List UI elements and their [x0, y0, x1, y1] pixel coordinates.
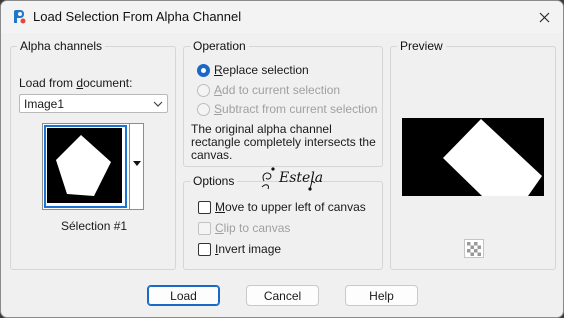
- radio-button[interactable]: [197, 63, 210, 77]
- preview-legend: Preview: [397, 39, 446, 53]
- options-legend: Options: [190, 174, 238, 188]
- radio-replace-selection[interactable]: Replace selection: [197, 62, 309, 78]
- checkbox-label: Clip to canvas: [215, 221, 291, 235]
- alpha-channels-legend: Alpha channels: [17, 39, 106, 53]
- checkbox-label: Invert image: [215, 242, 282, 256]
- checkbox-label: Move to upper left of canvas: [215, 200, 366, 214]
- close-icon: [539, 12, 549, 22]
- radio-label: Subtract from current selection: [214, 102, 378, 116]
- svg-text:Estela: Estela: [278, 170, 323, 186]
- checkbox[interactable]: [198, 200, 211, 214]
- checkbox-clip-to-canvas[interactable]: Clip to canvas: [198, 220, 290, 236]
- preview-image: [402, 118, 544, 196]
- operation-info-text: The original alpha channel rectangle com…: [191, 122, 376, 162]
- document-select[interactable]: Image1: [19, 94, 168, 113]
- dialog-window: Load Selection From Alpha Channel Alpha …: [0, 0, 564, 318]
- window-title: Load Selection From Alpha Channel: [33, 9, 242, 24]
- radio-button[interactable]: [197, 102, 210, 116]
- load-from-document-label: Load from document:: [19, 76, 133, 90]
- radio-label: Replace selection: [214, 63, 309, 77]
- close-button[interactable]: [529, 3, 559, 31]
- document-select-value: Image1: [24, 97, 65, 111]
- checkerboard-icon: [467, 241, 481, 256]
- preview-mode-button[interactable]: [464, 239, 484, 258]
- checkbox-move-to-upper-left[interactable]: Move to upper left of canvas: [198, 199, 366, 215]
- alpha-channel-thumbnail-picker[interactable]: [42, 123, 144, 210]
- triangle-down-icon[interactable]: [132, 160, 142, 168]
- radio-add-to-selection[interactable]: Add to current selection: [197, 82, 340, 98]
- chevron-down-icon: [153, 101, 163, 107]
- operation-legend: Operation: [190, 39, 249, 53]
- radio-subtract-from-selection[interactable]: Subtract from current selection: [197, 101, 377, 117]
- title-bar: Load Selection From Alpha Channel: [1, 1, 563, 33]
- checkbox[interactable]: [198, 242, 211, 256]
- channel-thumbnail-image: [47, 128, 122, 203]
- checkbox[interactable]: [198, 221, 211, 235]
- help-button[interactable]: Help: [345, 285, 418, 306]
- selection-name: Sélection #1: [61, 219, 128, 233]
- selected-channel-thumbnail[interactable]: [44, 125, 127, 208]
- watermark-logo: Estela: [261, 167, 323, 191]
- checkbox-invert-image[interactable]: Invert image: [198, 241, 281, 257]
- cancel-button[interactable]: Cancel: [246, 285, 319, 306]
- app-icon: [14, 10, 26, 24]
- radio-label: Add to current selection: [214, 83, 341, 97]
- radio-button[interactable]: [197, 83, 210, 97]
- load-button[interactable]: Load: [147, 285, 220, 306]
